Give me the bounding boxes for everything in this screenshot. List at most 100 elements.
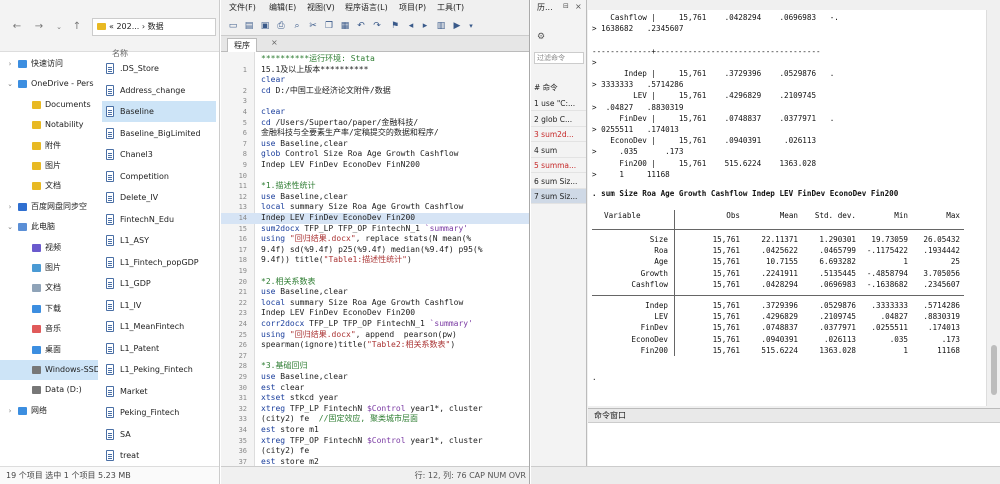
up-arrow-icon[interactable]: ↑ <box>70 20 84 34</box>
chevron-down-icon[interactable]: ⌄ <box>6 74 14 94</box>
chevron-down-icon[interactable]: ⌄ <box>6 217 14 237</box>
nav-item[interactable]: ⌄ 此电脑 <box>0 217 98 237</box>
code-editor[interactable]: **********运行环境: Stata 1 15.1及以上版本*********… <box>221 52 529 466</box>
redo-icon[interactable]: ↷ <box>371 20 383 32</box>
menu-language[interactable]: 程序语言(L) <box>345 0 388 16</box>
command-input[interactable] <box>588 422 1000 466</box>
results-scrollbar[interactable] <box>986 10 1000 406</box>
file-row[interactable]: L1_GDP <box>102 273 216 294</box>
paste-icon[interactable]: ▦ <box>339 20 351 32</box>
table-cell: Fin200 <box>640 345 668 355</box>
history-item[interactable]: 1 use "C:... <box>531 96 586 111</box>
nav-item[interactable]: › 快速访问 <box>0 54 98 74</box>
menu-project[interactable]: 项目(P) <box>399 0 426 16</box>
line-number: 13 <box>238 203 247 212</box>
file-row[interactable]: Chanel3 <box>102 144 216 165</box>
file-row[interactable]: Baseline <box>102 101 216 122</box>
result-line: > 1638682 .2345607 <box>592 24 684 34</box>
undo-icon[interactable]: ↶ <box>355 20 367 32</box>
menu-file[interactable]: 文件(F) <box>229 0 256 16</box>
file-row[interactable]: L1_Peking_Fintech <box>102 359 216 380</box>
file-row[interactable]: L1_ASY <box>102 230 216 251</box>
nav-item[interactable]: Documents <box>0 95 98 115</box>
show-file-icon[interactable]: ▥ <box>435 20 447 32</box>
forward-arrow-icon[interactable]: → <box>32 20 46 34</box>
line-number: 25 <box>238 330 247 339</box>
chevron-right-icon[interactable]: › <box>6 54 14 74</box>
file-row[interactable]: L1_Patent <box>102 338 216 359</box>
history-item[interactable]: 2 glob C... <box>531 112 586 127</box>
scrollbar-thumb[interactable] <box>991 345 997 395</box>
save-icon[interactable]: ▣ <box>259 20 271 32</box>
address-bar[interactable]: « 202... › 数据 <box>92 18 216 36</box>
menu-edit[interactable]: 编辑(E) <box>269 0 296 16</box>
nav-item[interactable]: 图片 <box>0 258 98 278</box>
file-row[interactable]: Delete_IV <box>102 187 216 208</box>
line-number: 23 <box>238 309 247 318</box>
new-file-icon[interactable]: ▭ <box>227 20 239 32</box>
code-text: xtreg TFP_LP FintechN $Control year1*, c… <box>261 403 483 413</box>
code-text: Indep LEV FinDev EconoDev Fin200 <box>261 213 416 222</box>
file-row[interactable]: SA <box>102 424 216 445</box>
file-row[interactable]: Peking_Fintech <box>102 402 216 423</box>
cut-icon[interactable]: ✂ <box>307 20 319 32</box>
history-item[interactable]: 3 sum2d... <box>531 127 586 142</box>
nav-item[interactable]: › 百度网盘同步空 <box>0 197 98 217</box>
nav-item-label: 图片 <box>45 161 61 170</box>
execute-icon[interactable]: ▶ <box>451 20 463 32</box>
back-arrow-icon[interactable]: ← <box>10 20 24 34</box>
file-row[interactable]: FintechN_Edu <box>102 209 216 230</box>
nav-item[interactable]: 文档 <box>0 278 98 298</box>
nav-item[interactable]: 文档 <box>0 176 98 196</box>
nav-item[interactable]: Data (D:) <box>0 380 98 400</box>
menu-view[interactable]: 视图(V) <box>307 0 335 16</box>
nav-item[interactable]: › 网络 <box>0 401 98 421</box>
execute-dropdown-icon[interactable]: ▾ <box>465 20 477 32</box>
address-segment-current[interactable]: 数据 <box>148 22 164 31</box>
table-cell: Age <box>654 257 668 267</box>
line-number: 33 <box>238 415 247 424</box>
wrench-icon[interactable]: ⚙ <box>537 32 545 42</box>
nav-item[interactable]: 桌面 <box>0 340 98 360</box>
nav-item[interactable]: 附件 <box>0 136 98 156</box>
nav-item[interactable]: ⌄ OneDrive - Pers <box>0 74 98 94</box>
file-row[interactable]: Baseline_BigLimited <box>102 123 216 144</box>
nav-item[interactable]: 视频 <box>0 238 98 258</box>
file-row[interactable]: L1_Fintech_popGDP <box>102 252 216 273</box>
file-row[interactable]: Market <box>102 381 216 402</box>
chevron-right-icon[interactable]: › <box>6 197 14 217</box>
chevron-right-icon[interactable]: › <box>6 401 14 421</box>
copy-icon[interactable]: ❐ <box>323 20 335 32</box>
table-cell: .2345607 <box>923 279 960 289</box>
next-bookmark-icon[interactable]: ▸ <box>419 20 431 32</box>
file-row[interactable]: L1_IV <box>102 295 216 316</box>
tab-program[interactable]: 程序 <box>227 38 257 52</box>
close-icon[interactable]: × <box>575 2 582 11</box>
file-row[interactable]: .DS_Store <box>102 58 216 79</box>
nav-item[interactable]: Windows-SSD <box>0 360 98 380</box>
pin-icon[interactable]: ⊟ <box>563 2 569 10</box>
prev-bookmark-icon[interactable]: ◂ <box>405 20 417 32</box>
nav-item[interactable]: 下载 <box>0 299 98 319</box>
file-row[interactable]: Competition <box>102 166 216 187</box>
print-icon[interactable]: ⎙ <box>275 20 287 32</box>
nav-item[interactable]: 音乐 <box>0 319 98 339</box>
address-segment[interactable]: 202... <box>116 22 139 31</box>
file-row[interactable]: treat <box>102 445 216 464</box>
history-item[interactable]: 5 summa... <box>531 158 586 173</box>
menu-tools[interactable]: 工具(T) <box>437 0 464 16</box>
find-icon[interactable]: ⌕ <box>291 20 303 32</box>
nav-item[interactable]: 图片 <box>0 156 98 176</box>
chevron-down-icon[interactable]: ⌄ <box>52 20 66 34</box>
open-folder-icon[interactable]: ▤ <box>243 20 255 32</box>
history-filter-input[interactable]: 过滤命令 <box>534 52 584 64</box>
bookmark-icon[interactable]: ⚑ <box>389 20 401 32</box>
file-row[interactable]: L1_MeanFintech <box>102 316 216 337</box>
history-item[interactable]: 7 sum Siz... <box>531 189 586 204</box>
history-item[interactable]: 6 sum Siz... <box>531 174 586 189</box>
file-row[interactable]: Address_change <box>102 80 216 101</box>
close-tab-icon[interactable]: × <box>271 38 278 47</box>
history-item[interactable]: 4 sum <box>531 143 586 158</box>
nav-item[interactable]: Notability <box>0 115 98 135</box>
line-number: 16 <box>238 235 247 244</box>
